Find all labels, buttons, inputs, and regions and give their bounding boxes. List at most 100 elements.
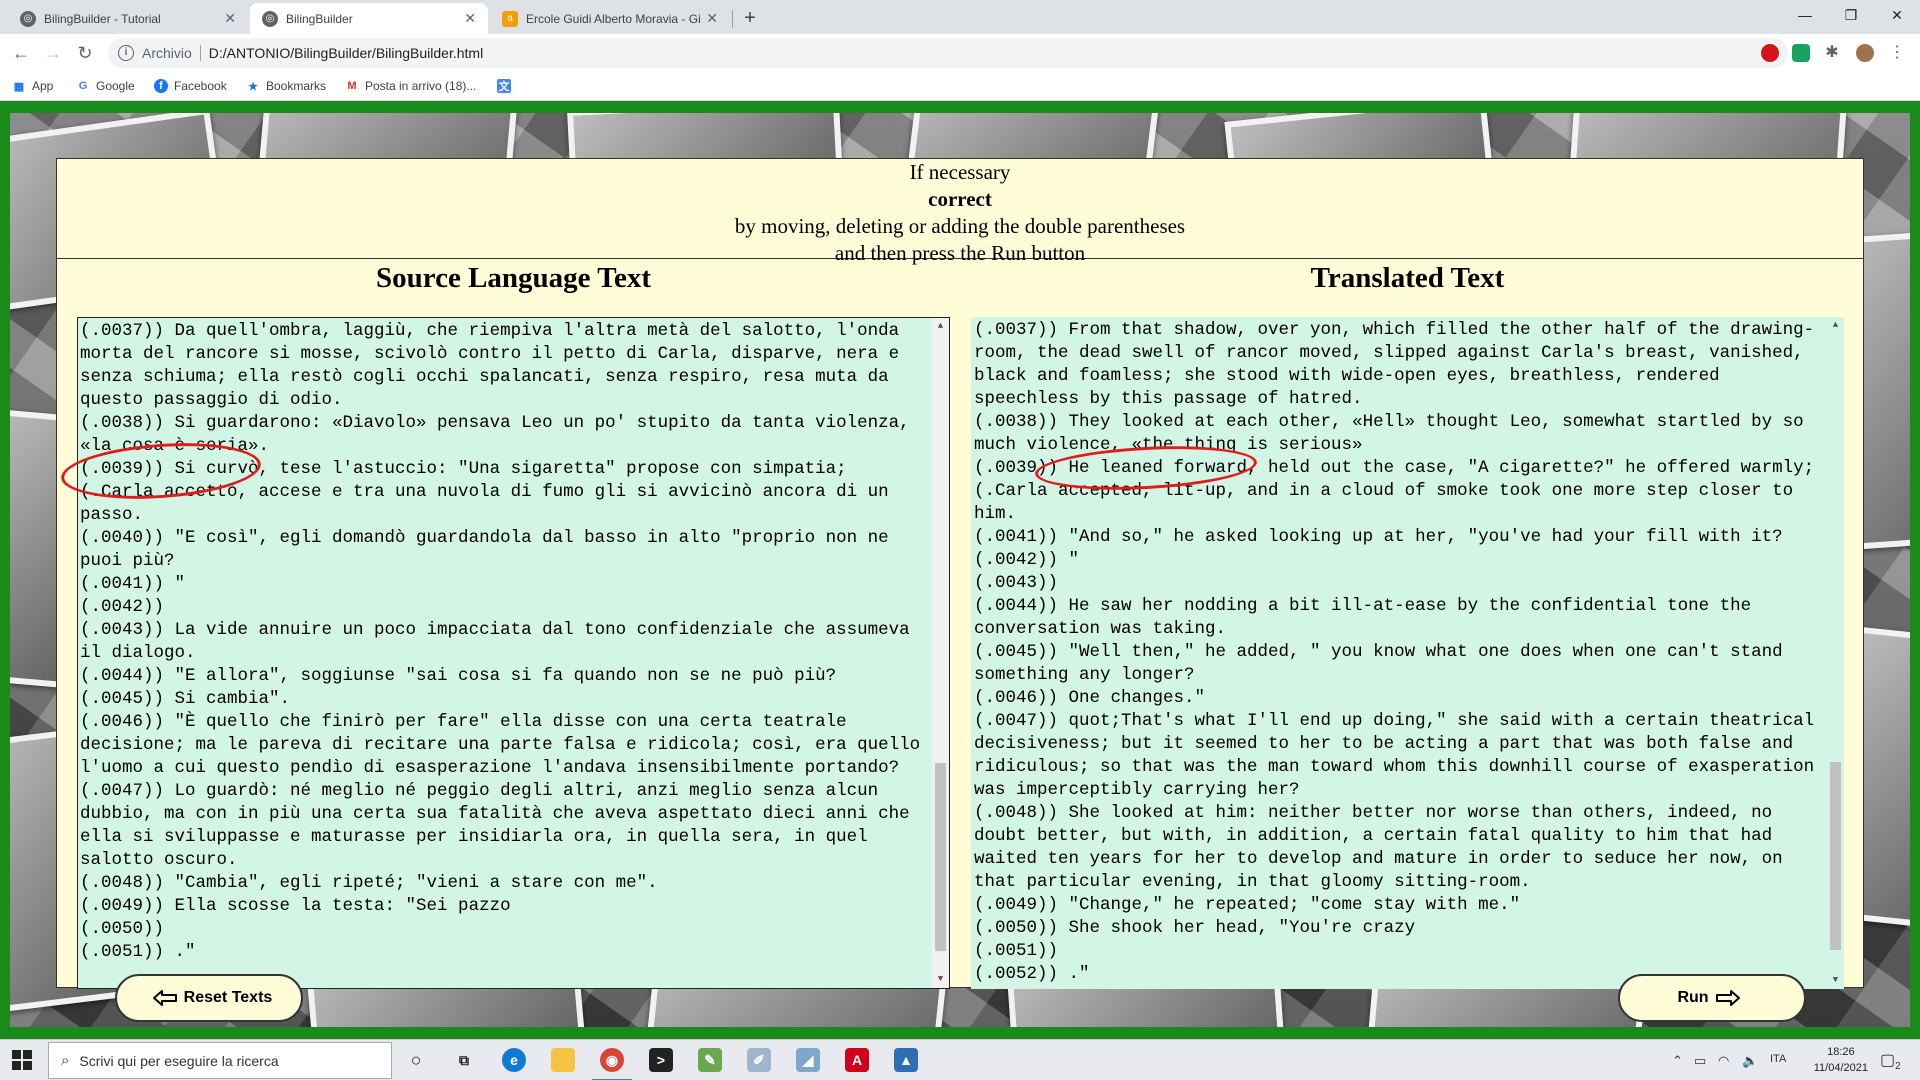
reload-button[interactable]: ↻ [72,40,98,66]
translated-lines: (.0037)) From that shadow, over yon, whi… [974,319,1820,986]
translated-scrollbar[interactable]: ▲ ▼ [1827,317,1844,989]
apps-grid-icon: ▦ [13,80,25,93]
restore-button[interactable]: ❐ [1828,0,1874,30]
text-line: (.0046)) "È quello che finirò per fare" … [80,712,931,778]
text-line: (.0048)) She looked at him: neither bett… [974,803,1794,892]
tab-bilingbuilder[interactable]: ◎ BilingBuilder ✕ [250,3,488,34]
chrome-icon[interactable]: ◉ [600,1048,624,1072]
globe-icon: ◎ [262,10,278,27]
photos-icon[interactable]: ▲ [894,1048,918,1072]
edge-icon[interactable]: e [502,1048,526,1072]
tab-label: BilingBuilder - Tutorial [44,11,161,26]
text-line: (.0045)) "Well then," he added, " you kn… [974,642,1794,685]
bookmark-gmail[interactable]: M Posta in arrivo (18)... [345,77,476,95]
instruction-emphasis: correct [928,187,992,211]
adblock-icon[interactable] [1761,44,1779,62]
source-textarea[interactable]: (.0037)) Da quell'ombra, laggiù, che rie… [77,317,950,989]
notification-icon[interactable]: ▢2 [1880,1050,1901,1072]
address-separator [199,45,201,61]
scroll-up-icon[interactable]: ▲ [932,318,949,335]
text-line: (.0043)) La vide annuire un poco impacci… [80,620,921,663]
new-tab-button[interactable]: + [738,6,762,30]
language-indicator[interactable]: ITA [1770,1053,1786,1065]
task-view-icon[interactable]: ⧉ [452,1048,476,1072]
close-icon[interactable]: ✕ [224,10,236,27]
bookmark-label: Posta in arrivo (18)... [365,79,477,93]
text-line: (.0050)) She shook her head, "You're cra… [974,918,1416,938]
notepad-icon[interactable]: ✎ [698,1048,722,1072]
scroll-down-icon[interactable]: ▼ [932,971,949,988]
text-line: (.0043)) [974,573,1059,593]
clock-time: 18:26 [1827,1046,1855,1058]
editor-icon[interactable]: ◢ [796,1048,820,1072]
paint-icon[interactable]: ✐ [747,1048,771,1072]
bookmark-app[interactable]: ▦ App [12,77,54,95]
bookmarks-bar: ▦ App G Google f Facebook ★ Bookmarks M … [0,72,1920,101]
bookmark-label: Bookmarks [266,79,327,93]
text-line: (.0037)) From that shadow, over yon, whi… [974,320,1815,409]
text-line: (.0051)) [974,941,1059,961]
google-icon: G [78,80,88,92]
text-line: (.0041)) " [80,574,186,594]
avatar[interactable] [1856,44,1874,62]
forward-button[interactable]: → [40,40,66,66]
page-viewport: If necessary correct by moving, deleting… [0,101,1920,1039]
gmail-icon: M [347,80,357,92]
chevron-up-icon[interactable]: ⌃ [1672,1053,1683,1069]
text-line: (.0037)) Da quell'ombra, laggiù, che rie… [80,321,910,410]
menu-icon[interactable]: ⋮ [1888,44,1906,62]
bookmark-google[interactable]: G Google [76,77,135,95]
main-panel: If necessary correct by moving, deleting… [56,158,1864,989]
info-icon[interactable]: i [118,45,134,61]
acrobat-icon[interactable]: A [845,1048,869,1072]
text-line: (.0046)) One changes." [974,688,1206,708]
close-icon[interactable]: ✕ [706,10,718,27]
source-scrollbar[interactable]: ▲ ▼ [932,318,949,988]
run-label: Run [1677,989,1709,1006]
text-line: (.0047)) quot;That's what I'll end up do… [974,711,1825,800]
cortana-icon[interactable]: ○ [404,1048,428,1072]
star-icon: ★ [248,80,258,93]
scroll-thumb[interactable] [935,763,946,951]
back-button[interactable]: ← [8,40,34,66]
text-line: (.0047)) Lo guardò: né meglio né peggio … [80,781,921,870]
instruction-line: If necessary [909,160,1011,184]
tab-ercole[interactable]: a Ercole Guidi Alberto Moravia - Gi ✕ [490,3,730,34]
puzzle-icon[interactable]: ✱ [1823,44,1841,62]
scroll-thumb[interactable] [1830,762,1841,950]
network-icon[interactable]: ▭ [1694,1053,1706,1069]
clock-date: 11/04/2021 [1813,1062,1868,1074]
volume-icon[interactable]: 🔈 [1742,1053,1758,1069]
bookmark-bookmarks[interactable]: ★ Bookmarks [246,77,326,95]
instruction-line: correct [57,186,1863,213]
address-scheme: Archivio [142,45,192,61]
forward-arrow-icon [1715,990,1740,1006]
bookmark-facebook[interactable]: f Facebook [154,77,227,95]
source-lines: (.0037)) Da quell'ombra, laggiù, che rie… [80,320,925,964]
terminal-icon[interactable]: > [649,1048,673,1072]
wifi-icon[interactable]: ◠ [1718,1053,1729,1069]
text-line: (.0045)) Si cambia". [80,689,291,709]
tab-tutorial[interactable]: ◎ BilingBuilder - Tutorial ✕ [8,3,248,34]
facebook-icon: f [154,79,168,93]
close-window-button[interactable]: ✕ [1874,0,1920,30]
shield-icon[interactable] [1792,44,1810,62]
text-line: (.0042)) [80,597,165,617]
bookmark-label: Google [96,79,135,93]
globe-icon: ◎ [20,10,36,27]
target-title: Translated Text [1310,262,1505,294]
bookmark-translate[interactable]: 文 [497,77,517,95]
windows-icon[interactable] [12,1050,32,1070]
address-bar[interactable]: i Archivio D:/ANTONIO/BilingBuilder/Bili… [108,38,1788,68]
translated-textarea[interactable]: (.0037)) From that shadow, over yon, whi… [971,317,1844,989]
reset-texts-button[interactable]: Reset Texts [115,974,303,1022]
minimize-button[interactable]: — [1782,0,1828,30]
taskbar-search[interactable]: ⌕ Scrivi qui per eseguire la ricerca [48,1042,392,1079]
folder-icon[interactable] [551,1048,575,1072]
clock[interactable]: 18:26 11/04/2021 [1814,1044,1868,1076]
run-button[interactable]: Run [1618,974,1806,1022]
close-icon[interactable]: ✕ [464,10,476,27]
reset-label: Reset Texts [183,989,273,1006]
scroll-down-icon[interactable]: ▼ [1827,972,1844,989]
scroll-up-icon[interactable]: ▲ [1827,317,1844,334]
